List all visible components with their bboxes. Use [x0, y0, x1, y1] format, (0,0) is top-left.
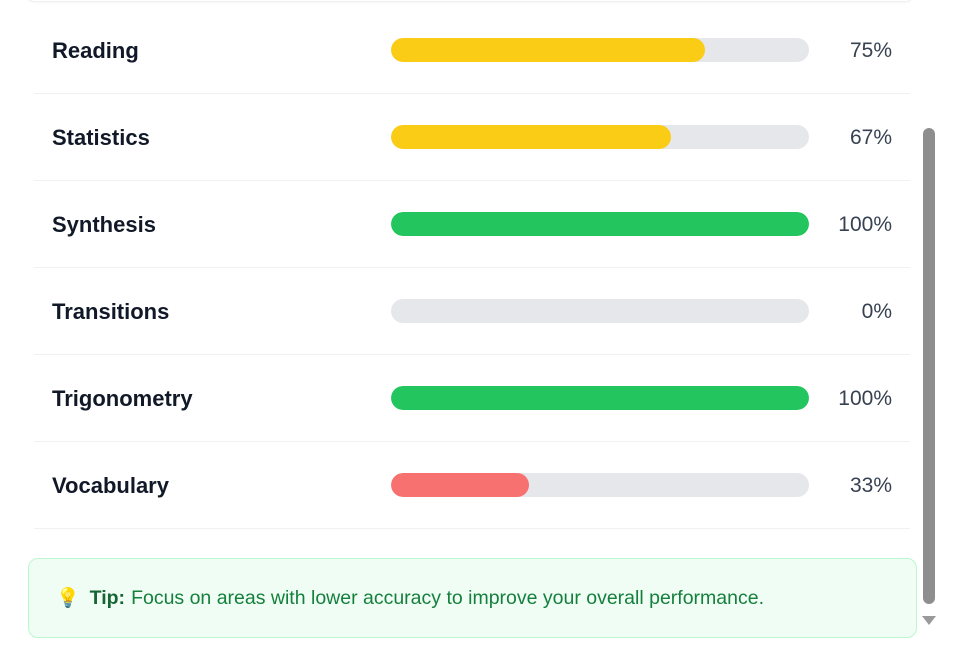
previous-card-edge — [26, 0, 914, 2]
topic-row: Statistics 67% — [34, 94, 910, 181]
progress-track — [391, 473, 809, 497]
topic-row: Vocabulary 33% — [34, 442, 910, 529]
tip-label: Tip: — [89, 586, 126, 609]
lightbulb-icon: 💡 — [56, 588, 80, 609]
topic-label: Vocabulary — [52, 472, 169, 498]
topic-accuracy-list: Reading 75% Statistics 67% Synthesis 100… — [34, 7, 910, 529]
progress-fill — [391, 386, 809, 410]
topic-label: Synthesis — [52, 211, 156, 237]
vertical-scrollbar[interactable] — [918, 0, 940, 665]
percent-label: 0% — [861, 299, 892, 323]
topic-row: Transitions 0% — [34, 268, 910, 355]
tip-text: Focus on areas with lower accuracy to im… — [131, 586, 764, 609]
topic-label: Statistics — [52, 124, 150, 150]
progress-track — [391, 299, 809, 323]
progress-fill — [391, 38, 705, 62]
progress-track — [391, 386, 809, 410]
topic-label: Trigonometry — [52, 385, 193, 411]
progress-track — [391, 212, 809, 236]
percent-label: 100% — [838, 386, 892, 410]
percent-label: 75% — [849, 38, 892, 62]
progress-fill — [391, 473, 529, 497]
topic-label: Transitions — [52, 298, 170, 324]
percent-label: 100% — [838, 212, 892, 236]
progress-fill — [391, 212, 809, 236]
topic-row: Synthesis 100% — [34, 181, 910, 268]
progress-fill — [391, 125, 672, 149]
progress-track — [391, 125, 809, 149]
topic-row: Reading 75% — [34, 7, 910, 94]
topic-label: Reading — [52, 37, 139, 63]
topic-row: Trigonometry 100% — [34, 355, 910, 442]
percent-label: 33% — [849, 473, 892, 497]
tip-banner: 💡 Tip: Focus on areas with lower accurac… — [28, 558, 917, 638]
scroll-down-arrow-icon[interactable] — [922, 616, 936, 625]
percent-label: 67% — [849, 125, 892, 149]
scrollbar-thumb[interactable] — [923, 128, 935, 604]
accuracy-panel: Reading 75% Statistics 67% Synthesis 100… — [0, 0, 960, 665]
progress-track — [391, 38, 809, 62]
